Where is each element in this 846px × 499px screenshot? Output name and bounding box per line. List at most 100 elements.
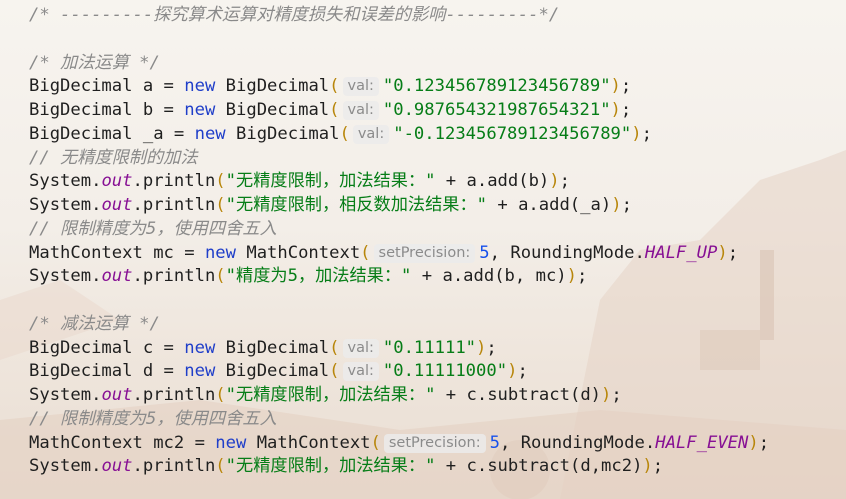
variable-name: b xyxy=(142,100,154,120)
keyword-new: new xyxy=(184,100,216,120)
type-name: BigDecimal xyxy=(29,361,133,382)
string-literal: "0.123456789123456789" xyxy=(382,76,611,97)
method-println: println xyxy=(142,195,216,215)
paren: ) xyxy=(748,432,759,453)
code-line[interactable]: /* 加法运算 */ xyxy=(29,52,846,76)
field-out: out xyxy=(101,195,133,215)
code-line[interactable]: // 限制精度为5，使用四舍五入 xyxy=(29,218,846,242)
type-name: BigDecimal xyxy=(29,337,133,358)
string-literal: "无精度限制，加法结果：" xyxy=(225,385,436,405)
variable-name: _a xyxy=(142,123,164,144)
class-system: System xyxy=(29,195,92,215)
code-line[interactable]: System.out.println("精度为5，加法结果：" + a.add(… xyxy=(29,265,846,289)
method-println: println xyxy=(142,171,216,192)
enum-constant: HALF_UP xyxy=(644,242,718,263)
operator-plus: + xyxy=(445,171,457,192)
operator-plus: + xyxy=(497,195,508,215)
code-line[interactable]: System.out.println("无精度限制，加法结果：" + a.add… xyxy=(29,170,846,194)
expression: a.add(_a) xyxy=(518,195,612,215)
parameter-hint: val: xyxy=(352,124,390,144)
field-out: out xyxy=(101,385,133,405)
type-name: BigDecimal xyxy=(29,100,133,120)
keyword-new: new xyxy=(215,432,247,453)
string-literal: "0.987654321987654321" xyxy=(382,100,611,120)
type-name: BigDecimal xyxy=(29,76,133,97)
code-line[interactable]: // 限制精度为5，使用四舍五入 xyxy=(29,408,846,432)
code-line[interactable]: BigDecimal b = new BigDecimal(val: "0.987… xyxy=(29,99,846,123)
parameter-hint: val: xyxy=(342,101,379,120)
expression: c.subtract(d,mc2) xyxy=(466,456,643,477)
code-line[interactable]: System.out.println("无精度限制，加法结果：" + c.sub… xyxy=(29,455,846,479)
code-line[interactable] xyxy=(29,28,846,52)
method-println: println xyxy=(142,266,216,287)
variable-name: mc xyxy=(153,242,174,263)
string-literal: "无精度限制，相反数加法结果：" xyxy=(225,195,487,215)
variable-name: d xyxy=(142,361,154,382)
paren: ) xyxy=(642,456,653,477)
code-comment: /* 减法运算 */ xyxy=(29,313,160,334)
code-comment: // 无精度限制的加法 xyxy=(29,147,198,168)
enum-constant: HALF_EVEN xyxy=(655,432,749,453)
code-line[interactable]: BigDecimal _a = new BigDecimal(val: "-0.1… xyxy=(29,123,846,147)
paren: ) xyxy=(631,123,642,144)
paren: ( xyxy=(329,337,340,358)
constructor-name: BigDecimal xyxy=(225,361,330,382)
field-out: out xyxy=(101,266,133,287)
constructor-name: BigDecimal xyxy=(225,76,330,97)
method-println: println xyxy=(142,456,216,477)
paren: ( xyxy=(339,123,350,144)
paren: ) xyxy=(717,242,728,263)
variable-name: a xyxy=(142,76,154,97)
code-line[interactable]: MathContext mc2 = new MathContext(setPre… xyxy=(29,432,846,456)
code-editor[interactable]: /* ---------探究算术运算对精度损失和误差的影响---------*/… xyxy=(29,4,846,479)
variable-name: mc2 xyxy=(153,432,185,453)
parameter-hint: val: xyxy=(342,77,379,97)
parameter-hint: val: xyxy=(342,362,379,382)
type-name: BigDecimal xyxy=(29,123,133,144)
keyword-new: new xyxy=(184,76,216,97)
expression: c.subtract(d) xyxy=(466,385,602,405)
keyword-new: new xyxy=(204,242,236,263)
string-literal: "精度为5，加法结果：" xyxy=(225,266,412,287)
string-literal: "0.11111000" xyxy=(382,361,508,382)
field-out: out xyxy=(101,456,133,477)
paren: ) xyxy=(610,76,621,97)
code-comment: /* ---------探究算术运算对精度损失和误差的影响---------*/ xyxy=(29,5,560,25)
paren: ( xyxy=(370,432,381,453)
paren: ( xyxy=(215,195,226,215)
paren: ) xyxy=(601,385,612,405)
code-line[interactable]: BigDecimal a = new BigDecimal(val: "0.123… xyxy=(29,75,846,99)
parameter-hint: val: xyxy=(342,338,379,358)
paren: ) xyxy=(611,195,622,215)
paren: ) xyxy=(476,337,487,358)
code-line[interactable]: BigDecimal c = new BigDecimal(val: "0.111… xyxy=(29,337,846,361)
paren: ) xyxy=(549,171,560,192)
type-name: MathContext xyxy=(29,432,143,453)
code-comment: /* 加法运算 */ xyxy=(29,52,160,73)
paren: ( xyxy=(215,456,226,477)
paren: ( xyxy=(215,266,226,287)
code-comment: // 限制精度为5，使用四舍五入 xyxy=(29,408,277,429)
code-line[interactable]: BigDecimal d = new BigDecimal(val: "0.111… xyxy=(29,360,846,384)
constructor-name: BigDecimal xyxy=(225,337,330,358)
number-literal: 5 xyxy=(489,432,500,453)
code-line[interactable]: MathContext mc = new MathContext(setPrec… xyxy=(29,242,846,266)
class-system: System xyxy=(29,266,92,287)
class-roundingmode: RoundingMode xyxy=(520,432,645,453)
code-line[interactable]: /* 减法运算 */ xyxy=(29,313,846,337)
code-line[interactable]: System.out.println("无精度限制，加法结果：" + c.sub… xyxy=(29,384,846,408)
parameter-hint: setPrecision: xyxy=(373,243,476,263)
code-line[interactable]: /* ---------探究算术运算对精度损失和误差的影响---------*/ xyxy=(29,4,846,28)
code-line[interactable] xyxy=(29,289,846,313)
code-line[interactable]: System.out.println("无精度限制，相反数加法结果：" + a.… xyxy=(29,194,846,218)
paren: ( xyxy=(215,171,226,192)
variable-name: c xyxy=(142,337,154,358)
paren: ( xyxy=(329,76,340,97)
operator-plus: + xyxy=(421,266,433,287)
keyword-new: new xyxy=(184,337,216,358)
class-system: System xyxy=(29,385,92,405)
string-literal: "无精度限制，加法结果：" xyxy=(225,456,436,477)
paren: ( xyxy=(215,385,226,405)
code-line[interactable]: // 无精度限制的加法 xyxy=(29,147,846,171)
code-comment: // 限制精度为5，使用四舍五入 xyxy=(29,218,277,239)
